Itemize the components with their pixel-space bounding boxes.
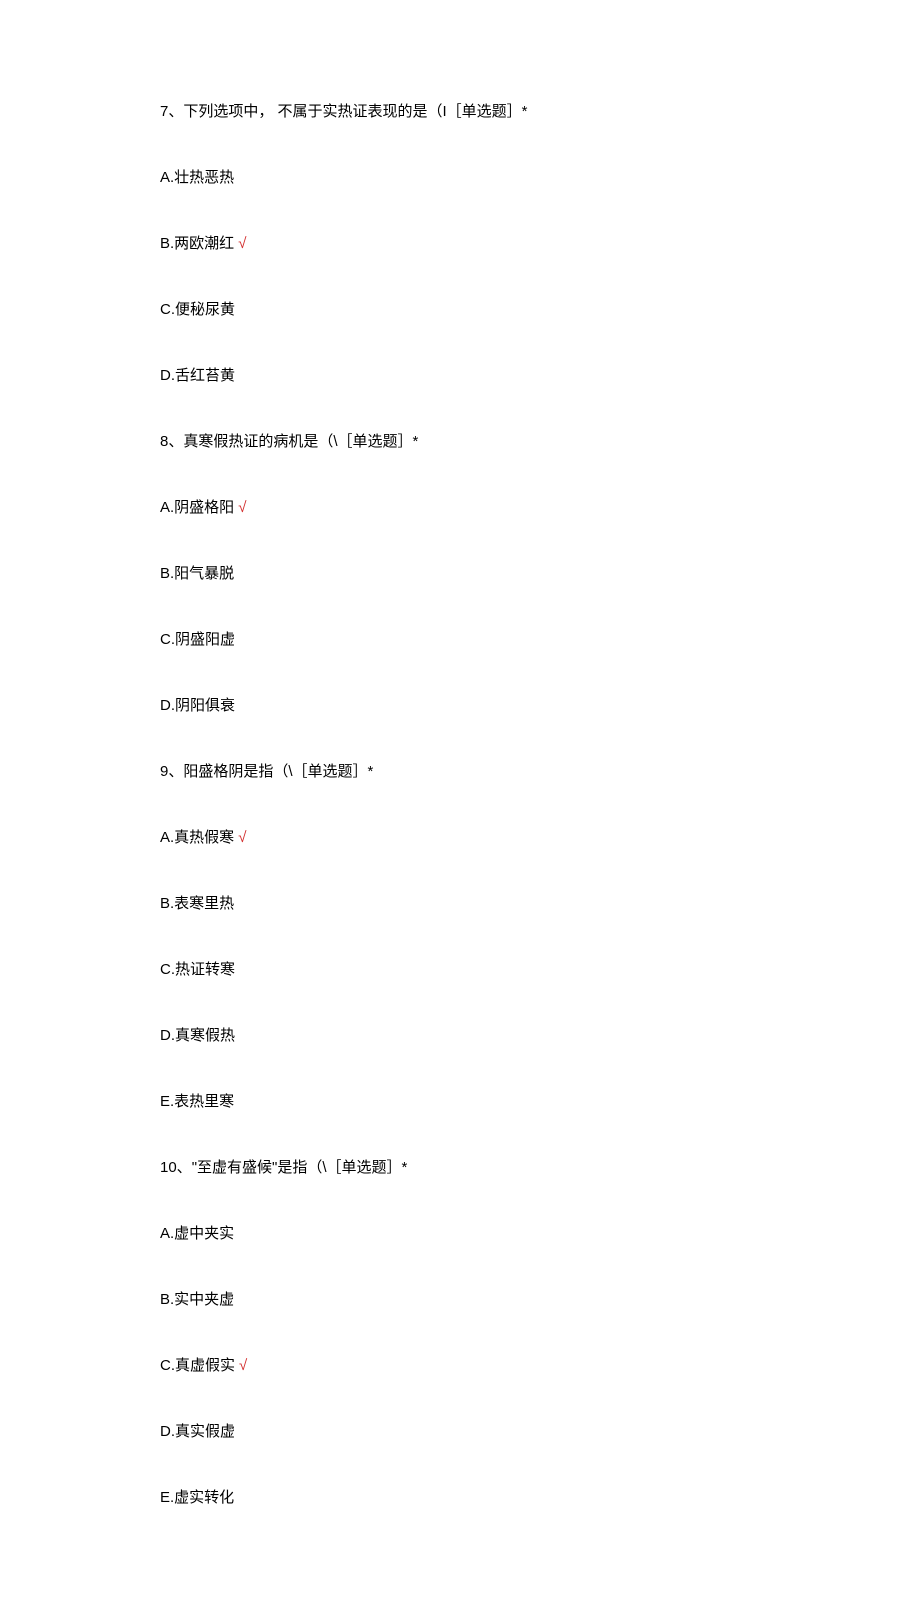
option-label: D.真寒假热 [160, 1027, 235, 1044]
question-body: 阳盛格阴是指（\［单选题］* [183, 763, 373, 780]
option: D.真寒假热 [160, 1024, 760, 1048]
checkmark-icon: √ [239, 1357, 247, 1374]
option: A.壮热恶热 [160, 166, 760, 190]
option: B.阳气暴脱 [160, 562, 760, 586]
question-body: 真寒假热证的病机是（\［单选题］* [183, 433, 418, 450]
option: E.表热里寒 [160, 1090, 760, 1114]
option: C.真虚假实√ [160, 1354, 760, 1378]
option: C.热证转寒 [160, 958, 760, 982]
option: A.阴盛格阳√ [160, 496, 760, 520]
question-number: 9、 [160, 763, 183, 780]
question-block: 8、真寒假热证的病机是（\［单选题］* A.阴盛格阳√ B.阳气暴脱 C.阴盛阳虚 D.… [160, 430, 760, 718]
option-label: D.真实假虚 [160, 1423, 235, 1440]
option-label: A.壮热恶热 [160, 169, 234, 186]
option: C.便秘尿黄 [160, 298, 760, 322]
question-number: 10、 [160, 1159, 192, 1176]
option-label: D.舌红苔黄 [160, 367, 235, 384]
option-label: B.实中夹虚 [160, 1291, 234, 1308]
checkmark-icon: √ [238, 499, 246, 516]
question-number: 7、 [160, 103, 183, 120]
checkmark-icon: √ [238, 235, 246, 252]
option-label: E.表热里寒 [160, 1093, 234, 1110]
option: A.虚中夹实 [160, 1222, 760, 1246]
option: E.虚实转化 [160, 1486, 760, 1510]
question-block: 10、"至虚有盛候"是指（\［单选题］* A.虚中夹实 B.实中夹虚 C.真虚假实√ D… [160, 1156, 760, 1510]
option: C.阴盛阳虚 [160, 628, 760, 652]
option: B.表寒里热 [160, 892, 760, 916]
option: D.阴阳俱衰 [160, 694, 760, 718]
option-label: E.虚实转化 [160, 1489, 234, 1506]
option-label: A.阴盛格阳 [160, 499, 234, 516]
checkmark-icon: √ [238, 829, 246, 846]
option: B.两欧潮红√ [160, 232, 760, 256]
question-block: 7、下列选项中， 不属于实热证表现的是（I［单选题］* A.壮热恶热 B.两欧潮红√… [160, 100, 760, 388]
question-body: "至虚有盛候"是指（\［单选题］* [192, 1159, 408, 1176]
option-label: C.便秘尿黄 [160, 301, 235, 318]
option-label: B.两欧潮红 [160, 235, 234, 252]
option: D.真实假虚 [160, 1420, 760, 1444]
question-text: 7、下列选项中， 不属于实热证表现的是（I［单选题］* [160, 100, 760, 124]
option-label: A.真热假寒 [160, 829, 234, 846]
option-label: A.虚中夹实 [160, 1225, 234, 1242]
question-block: 9、阳盛格阴是指（\［单选题］* A.真热假寒√ B.表寒里热 C.热证转寒 D.真寒假… [160, 760, 760, 1114]
option: D.舌红苔黄 [160, 364, 760, 388]
option: B.实中夹虚 [160, 1288, 760, 1312]
option-label: B.表寒里热 [160, 895, 234, 912]
question-body: 下列选项中， 不属于实热证表现的是（I［单选题］* [183, 103, 527, 120]
option: A.真热假寒√ [160, 826, 760, 850]
option-label: D.阴阳俱衰 [160, 697, 235, 714]
document-content: 7、下列选项中， 不属于实热证表现的是（I［单选题］*A.壮热恶热B.两欧潮红√… [160, 100, 760, 1510]
option-label: C.真虚假实 [160, 1357, 235, 1374]
option-label: B.阳气暴脱 [160, 565, 234, 582]
question-number: 8、 [160, 433, 183, 450]
option-label: C.热证转寒 [160, 961, 235, 978]
option-label: C.阴盛阳虚 [160, 631, 235, 648]
question-text: 10、"至虚有盛候"是指（\［单选题］* [160, 1156, 760, 1180]
question-text: 9、阳盛格阴是指（\［单选题］* [160, 760, 760, 784]
question-text: 8、真寒假热证的病机是（\［单选题］* [160, 430, 760, 454]
